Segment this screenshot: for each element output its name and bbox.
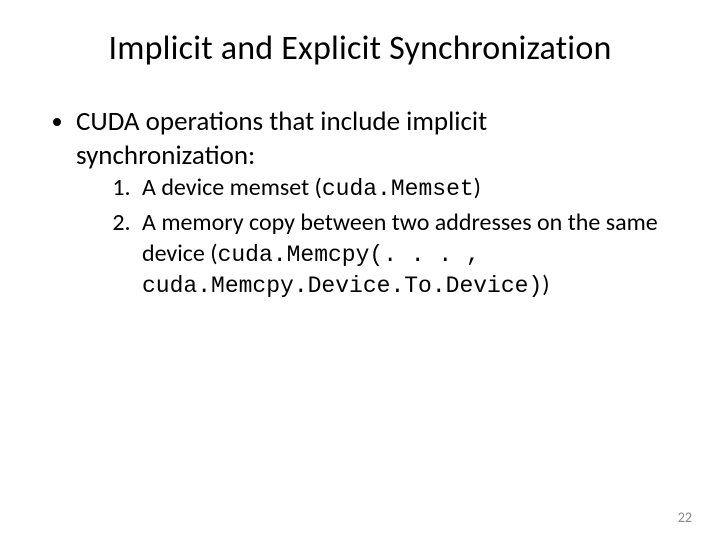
item-text-b: ) xyxy=(474,173,481,202)
list-item: A memory copy between two addresses on t… xyxy=(136,208,672,302)
item-text-b: ) xyxy=(542,270,549,299)
item-code: cuda.Memset xyxy=(322,176,474,202)
numbered-list: A device memset (cuda.Memset) A memory c… xyxy=(76,173,672,302)
bullet-list: CUDA operations that include implicit sy… xyxy=(48,105,672,302)
bullet-item: CUDA operations that include implicit sy… xyxy=(76,105,672,302)
slide: Implicit and Explicit Synchronization CU… xyxy=(0,0,720,540)
page-number: 22 xyxy=(678,509,692,526)
bullet-text: CUDA operations that include implicit sy… xyxy=(76,105,487,172)
slide-title: Implicit and Explicit Synchronization xyxy=(48,28,672,69)
list-item: A device memset (cuda.Memset) xyxy=(136,173,672,204)
item-text-a: A device memset ( xyxy=(142,173,322,202)
